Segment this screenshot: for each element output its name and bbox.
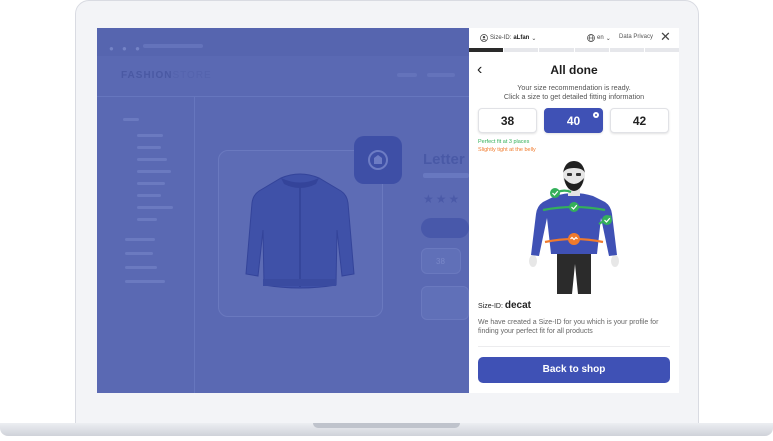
fit-good-note: Perfect fit at 3 places (478, 139, 530, 145)
size-widget-badge[interactable] (354, 136, 402, 184)
sidebar-line (137, 158, 167, 161)
progress-step (609, 48, 644, 52)
language-selector[interactable]: en ⌄ (587, 34, 611, 42)
progress-steps (469, 48, 679, 52)
panel-description: Your size recommendation is ready. Click… (469, 83, 679, 101)
panel-title: All done (550, 63, 598, 77)
description-line: Your size recommendation is ready. (517, 83, 631, 92)
sidebar-line (125, 280, 165, 283)
shop-size-chip[interactable]: 38 (421, 248, 461, 274)
panel-header: Size-ID: aLfan ⌄ en ⌄ Data Privacy ✕ (469, 28, 679, 48)
size-button-42[interactable]: 42 (610, 108, 669, 133)
globe-icon (587, 34, 595, 42)
progress-step (504, 48, 539, 52)
browser-bar: ● ● ● (97, 28, 469, 56)
back-to-shop-button[interactable]: Back to shop (478, 357, 670, 383)
sizeid-section-text: We have created a Size-ID for you which … (478, 319, 659, 335)
close-icon[interactable]: ✕ (660, 30, 671, 44)
url-bar (143, 44, 203, 48)
sidebar-line (137, 146, 161, 149)
description-line: Click a size to get detailed fitting inf… (503, 92, 645, 101)
progress-step (539, 48, 574, 52)
panel-divider (478, 346, 670, 347)
product-subtitle (423, 173, 469, 178)
progress-step (644, 48, 679, 52)
sidebar-line (137, 206, 173, 209)
size-button-38[interactable]: 38 (478, 108, 537, 133)
progress-step (469, 48, 504, 52)
shop-nav-item (397, 73, 417, 77)
sidebar-line (125, 252, 153, 255)
sizeid-account-link[interactable]: Size-ID: aLfan ⌄ (480, 34, 536, 42)
sidebar-line (123, 118, 139, 121)
sidebar-line (137, 134, 163, 137)
sidebar-line (125, 238, 155, 241)
product-title: Letter (423, 151, 465, 168)
sizeid-section-title: Size-ID: decat (478, 300, 531, 311)
shop-logo: FASHIONSTORE (121, 70, 212, 81)
sidebar-line (137, 170, 171, 173)
sidebar-line (137, 182, 165, 185)
shop-sidebar (97, 97, 195, 393)
selected-indicator-icon (593, 112, 599, 118)
sidebar-line (125, 266, 157, 269)
sizeid-user: aLfan (513, 35, 530, 41)
shop-size-button[interactable] (421, 218, 469, 238)
size-options: 38 40 42 (478, 108, 670, 134)
shop-overlay[interactable]: ● ● ● FASHIONSTORE Letter ★★★ 38 (97, 28, 469, 393)
window-controls: ● ● ● (109, 44, 143, 53)
size-button-40[interactable]: 40 (544, 108, 603, 133)
screen: ● ● ● FASHIONSTORE Letter ★★★ 38 Size-ID… (97, 28, 679, 393)
language-label: en (597, 35, 604, 41)
laptop-notch (313, 423, 460, 428)
fit-warn-note: Slightly tight at the belly (478, 147, 536, 153)
sidebar-line (137, 194, 161, 197)
shop-add-box (421, 286, 469, 320)
sizeid-icon (368, 150, 388, 170)
rating-stars: ★★★ (423, 192, 462, 206)
shop-nav-item (427, 73, 455, 77)
chevron-down-icon: ⌄ (531, 35, 537, 42)
progress-step (574, 48, 609, 52)
sizeid-prefix: Size-ID: (490, 35, 512, 41)
user-icon (480, 34, 488, 42)
fit-figure-illustration (529, 161, 619, 294)
chevron-down-icon: ⌄ (605, 35, 611, 42)
laptop-frame: ● ● ● FASHIONSTORE Letter ★★★ 38 Size-ID… (0, 0, 773, 441)
data-privacy-link[interactable]: Data Privacy (619, 34, 653, 40)
size-panel: Size-ID: aLfan ⌄ en ⌄ Data Privacy ✕ ‹ A… (469, 28, 679, 393)
sidebar-line (137, 218, 157, 221)
